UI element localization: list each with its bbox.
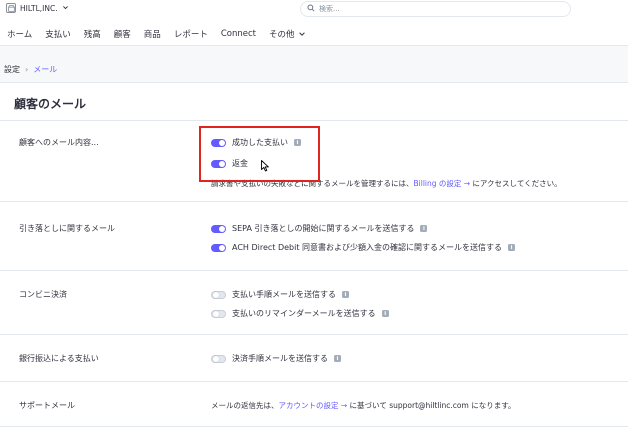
toggle-label: 決済手順メールを送信する bbox=[232, 354, 328, 363]
info-icon[interactable]: i bbox=[420, 225, 428, 232]
toggle-ach[interactable] bbox=[211, 243, 226, 252]
toggle-label: 支払いのリマインダーメールを送信する bbox=[232, 309, 376, 318]
account-switcher[interactable]: HILTL,INC. bbox=[6, 3, 69, 13]
toggle-row-konbini-instructions: 支払い手順メールを送信する i bbox=[211, 289, 349, 300]
info-icon[interactable]: i bbox=[381, 310, 389, 317]
support-note-suffix: に基づいて support@hiltlinc.com になります。 bbox=[347, 401, 516, 410]
nav-products[interactable]: 商品 bbox=[144, 28, 161, 40]
toggle-bank-instructions[interactable] bbox=[211, 354, 226, 363]
nav-more[interactable]: その他 bbox=[269, 28, 306, 40]
toggle-label: 支払い手順メールを送信する bbox=[232, 290, 336, 299]
toggle-konbini-reminder[interactable] bbox=[211, 309, 226, 318]
billing-note-suffix: にアクセスしてください。 bbox=[470, 179, 562, 188]
info-icon[interactable]: i bbox=[334, 355, 341, 362]
breadcrumb-emails[interactable]: メール bbox=[33, 64, 57, 75]
toggle-knob bbox=[213, 355, 219, 362]
billing-settings-link[interactable]: Billing の設定 → bbox=[414, 179, 471, 188]
company-name: HILTL,INC. bbox=[20, 3, 58, 13]
section-label: コンビニ決済 bbox=[19, 290, 67, 299]
toggle-row-konbini-reminder: 支払いのリマインダーメールを送信する i bbox=[211, 308, 389, 319]
mouse-cursor-icon bbox=[261, 160, 269, 172]
toggle-knob bbox=[219, 225, 225, 232]
nav-reports[interactable]: レポート bbox=[174, 28, 208, 40]
section-label: サポートメール bbox=[19, 401, 75, 410]
search-box[interactable] bbox=[300, 1, 571, 17]
toggle-label: ACH Direct Debit 同意書および少額入金の確認に関するメールを送信… bbox=[232, 243, 503, 252]
chevron-down-icon bbox=[298, 31, 305, 36]
nav-home[interactable]: ホーム bbox=[7, 28, 32, 40]
info-icon[interactable]: i bbox=[508, 244, 516, 251]
support-note: メールの返信先は、アカウントの設定 → に基づいて support@hiltli… bbox=[211, 400, 515, 411]
search-input[interactable] bbox=[319, 5, 519, 13]
section-label: 引き落としに関するメール bbox=[19, 224, 115, 233]
support-note-prefix: メールの返信先は、 bbox=[211, 401, 279, 410]
breadcrumb-settings[interactable]: 設定 bbox=[4, 64, 20, 75]
nav-customers[interactable]: 顧客 bbox=[114, 28, 131, 40]
toggle-row-sepa: SEPA 引き落としの開始に関するメールを送信する i bbox=[211, 223, 428, 234]
toggle-row-ach: ACH Direct Debit 同意書および少額入金の確認に関するメールを送信… bbox=[211, 242, 516, 253]
section-label: 銀行振込による支払い bbox=[19, 354, 99, 363]
section-direct-debit: 引き落としに関するメール SEPA 引き落としの開始に関するメールを送信する i… bbox=[0, 202, 628, 271]
toggle-knob bbox=[219, 244, 225, 251]
nav-connect[interactable]: Connect bbox=[221, 29, 256, 39]
breadcrumb: 設定 › メール bbox=[4, 64, 57, 75]
account-settings-link[interactable]: アカウントの設定 → bbox=[279, 401, 348, 410]
main-nav: ホーム 支払い 残高 顧客 商品 レポート Connect その他 bbox=[0, 22, 628, 46]
search-icon bbox=[307, 3, 315, 15]
section-support-email: サポートメール メールの返信先は、アカウントの設定 → に基づいて suppor… bbox=[0, 382, 628, 427]
toggle-sepa[interactable] bbox=[211, 224, 226, 233]
toggle-knob bbox=[213, 291, 219, 298]
nav-balances[interactable]: 残高 bbox=[84, 28, 101, 40]
page-title: 顧客のメール bbox=[14, 97, 87, 111]
toggle-row-bank-instructions: 決済手順メールを送信する i bbox=[211, 353, 341, 364]
nav-payments[interactable]: 支払い bbox=[45, 28, 71, 40]
toggle-label: SEPA 引き落としの開始に関するメールを送信する bbox=[232, 224, 415, 233]
divider bbox=[0, 426, 628, 427]
toggle-konbini-instructions[interactable] bbox=[211, 290, 226, 299]
info-icon[interactable]: i bbox=[342, 291, 349, 298]
chevron-down-icon bbox=[62, 4, 69, 13]
section-konbini: コンビニ決済 支払い手順メールを送信する i 支払いのリマインダーメールを送信す… bbox=[0, 271, 628, 335]
breadcrumb-separator: › bbox=[25, 65, 29, 74]
highlight-box bbox=[199, 126, 320, 182]
nav-more-label: その他 bbox=[268, 29, 295, 40]
store-icon bbox=[6, 3, 16, 13]
toggle-knob bbox=[213, 310, 219, 317]
top-bar: HILTL,INC. bbox=[0, 0, 628, 22]
section-bank-transfer: 銀行振込による支払い 決済手順メールを送信する i bbox=[0, 335, 628, 382]
section-label: 顧客へのメール内容... bbox=[19, 138, 99, 147]
